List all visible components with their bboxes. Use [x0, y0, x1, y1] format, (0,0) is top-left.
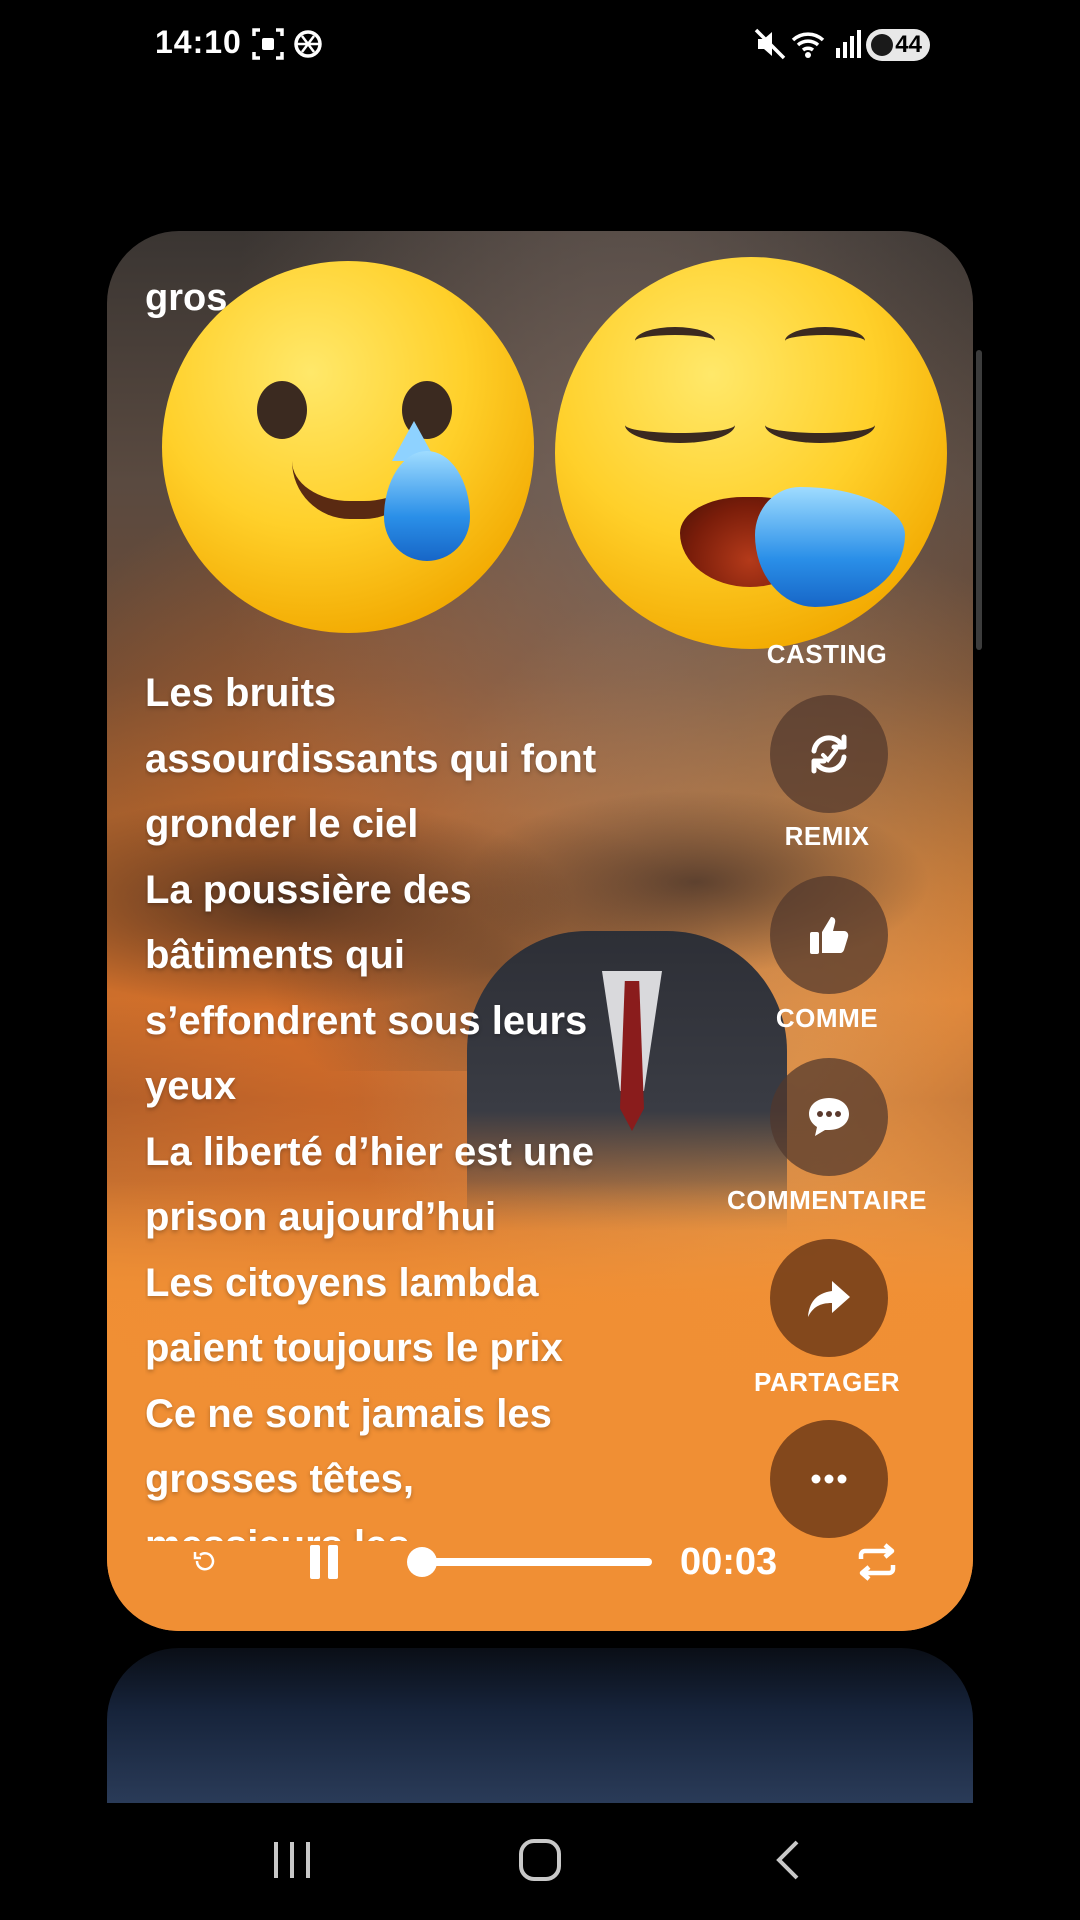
player-bar: 00:03 [107, 1521, 973, 1601]
lyric-line: yeux [145, 1064, 237, 1108]
share-label[interactable]: PARTAGER [717, 1367, 937, 1398]
openai-icon [294, 30, 322, 58]
left-closed-eye [625, 407, 735, 443]
lyric-line: La poussière des [145, 867, 472, 912]
remix-icon [811, 734, 847, 774]
comment-label[interactable]: COMMENTAIRE [717, 1185, 937, 1216]
remix-label[interactable]: REMIX [717, 821, 937, 852]
share-arrow-icon [808, 1281, 850, 1317]
repeat-icon[interactable] [855, 1541, 899, 1583]
lyric-line: Les bruits [145, 671, 337, 715]
next-song-card[interactable] [107, 1648, 973, 1803]
home-icon[interactable] [518, 1838, 562, 1882]
scrollbar[interactable] [976, 350, 982, 650]
lyric-line: paient toujours le prix [145, 1326, 563, 1370]
right-closed-eye [765, 407, 875, 443]
battery-level: 44 [895, 31, 922, 58]
sad-relieved-face-emoji [555, 257, 947, 649]
status-bar: 14:10 44 [0, 0, 1080, 90]
lyric-line: s’effondrent sous leurs [145, 998, 588, 1043]
casting-label[interactable]: CASTING [717, 639, 937, 670]
song-card[interactable]: gros Les bruits assourdissants qui font … [107, 231, 973, 1631]
more-dots-icon [811, 1474, 847, 1484]
tear-drop [384, 451, 470, 561]
comment-bubble-icon [809, 1098, 849, 1136]
battery-indicator: 44 [866, 29, 930, 61]
system-nav-bar [0, 1800, 1080, 1920]
lyric-line: Les citoyens lambda [145, 1260, 539, 1305]
wifi-icon [791, 32, 825, 58]
like-button[interactable] [770, 876, 888, 994]
lyric-line: bâtiments qui [145, 933, 406, 977]
battery-saver-icon [871, 34, 893, 56]
left-brow [635, 327, 715, 355]
pause-icon[interactable] [307, 1543, 341, 1581]
replay-icon[interactable] [191, 1549, 217, 1575]
like-label[interactable]: COMME [717, 1003, 937, 1034]
share-button[interactable] [770, 1239, 888, 1357]
elapsed-time: 00:03 [680, 1541, 778, 1583]
thumbs-up-icon [810, 917, 849, 954]
right-brow [785, 327, 865, 355]
left-eye [257, 381, 307, 439]
comment-button[interactable] [770, 1058, 888, 1176]
lyric-line: prison aujourd’hui [145, 1195, 497, 1239]
song-title[interactable]: gros [145, 277, 227, 320]
lyric-line: La liberté d’hier est une [145, 1129, 595, 1174]
back-icon[interactable] [773, 1838, 803, 1882]
screen-record-icon [252, 28, 284, 60]
tear-drop [755, 487, 905, 607]
mute-icon [754, 28, 786, 60]
lyric-line: assourdissants qui font [145, 736, 597, 781]
lyrics-panel[interactable]: Les bruits assourdissants qui font grond… [145, 661, 665, 1541]
progress-thumb[interactable] [407, 1547, 437, 1577]
crying-face-emoji [162, 261, 534, 633]
remix-button[interactable] [770, 695, 888, 813]
recent-apps-icon[interactable] [270, 1840, 314, 1880]
lyric-line: Ce ne sont jamais les [145, 1391, 552, 1436]
progress-track[interactable] [422, 1558, 652, 1566]
signal-icon [836, 30, 861, 58]
lyric-line: grosses têtes, [145, 1457, 415, 1501]
clock: 14:10 [155, 24, 242, 60]
lyric-line: gronder le ciel [145, 802, 419, 846]
